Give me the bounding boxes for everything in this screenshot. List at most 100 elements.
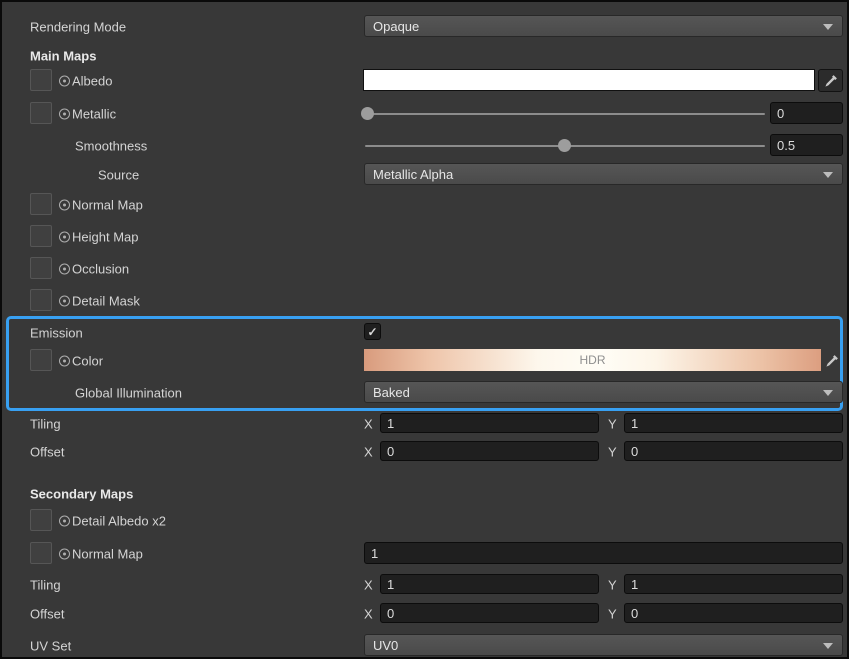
detail-albedo-texture-slot[interactable]: [30, 509, 52, 531]
rendering-mode-dropdown[interactable]: Opaque: [364, 15, 843, 37]
offset-label: Offset: [30, 445, 64, 460]
normal-map-texture-slot[interactable]: [30, 193, 52, 215]
object-picker-icon[interactable]: [59, 296, 70, 307]
secondary-tiling-y-field[interactable]: [624, 574, 843, 594]
object-picker-icon[interactable]: [59, 264, 70, 275]
detail-mask-label: Detail Mask: [72, 294, 140, 309]
object-picker-icon[interactable]: [59, 200, 70, 211]
hdr-badge: HDR: [580, 353, 606, 367]
smoothness-row: Smoothness: [2, 134, 847, 158]
albedo-color-swatch[interactable]: [363, 69, 815, 91]
metallic-texture-slot[interactable]: [30, 102, 52, 124]
source-label: Source: [98, 168, 139, 183]
secondary-maps-header: Secondary Maps: [30, 487, 133, 502]
tiling-y-field[interactable]: [624, 413, 843, 433]
detail-albedo-label: Detail Albedo x2: [72, 514, 166, 529]
x-label: X: [364, 607, 373, 622]
x-label: X: [364, 417, 373, 432]
object-picker-icon[interactable]: [59, 76, 70, 87]
secondary-normal-map-label: Normal Map: [72, 547, 143, 562]
rendering-mode-label: Rendering Mode: [30, 20, 126, 35]
secondary-offset-y-field[interactable]: [624, 603, 843, 623]
height-map-label: Height Map: [72, 230, 138, 245]
occlusion-texture-slot[interactable]: [30, 257, 52, 279]
main-maps-header: Main Maps: [30, 49, 96, 64]
object-picker-icon[interactable]: [59, 232, 70, 243]
detail-mask-texture-slot[interactable]: [30, 289, 52, 311]
eyedropper-icon: [824, 74, 838, 88]
secondary-tiling-x-field[interactable]: [380, 574, 599, 594]
tiling-x-field[interactable]: [380, 413, 599, 433]
uv-set-label: UV Set: [30, 639, 71, 654]
emission-row: Emission ✓: [2, 321, 847, 345]
height-map-texture-slot[interactable]: [30, 225, 52, 247]
rendering-mode-row: Rendering Mode Opaque: [2, 15, 847, 39]
x-label: X: [364, 445, 373, 460]
emission-label: Emission: [30, 326, 83, 341]
secondary-normal-map-row: Normal Map: [2, 542, 847, 566]
source-value: Metallic Alpha: [373, 167, 453, 182]
global-illumination-row: Global Illumination Baked: [2, 381, 847, 405]
uv-set-value: UV0: [373, 638, 398, 653]
global-illumination-value: Baked: [373, 385, 410, 400]
material-inspector-panel: Rendering Mode Opaque Main Maps Albedo M…: [0, 0, 849, 659]
secondary-normal-map-texture-slot[interactable]: [30, 542, 52, 564]
secondary-offset-x-field[interactable]: [380, 603, 599, 623]
offset-y-field[interactable]: [624, 441, 843, 461]
smoothness-source-row: Source Metallic Alpha: [2, 163, 847, 187]
chevron-down-icon: [823, 390, 833, 396]
x-label: X: [364, 578, 373, 593]
secondary-tiling-label: Tiling: [30, 578, 61, 593]
global-illumination-label: Global Illumination: [75, 386, 182, 401]
height-map-row: Height Map: [2, 225, 847, 249]
object-picker-icon[interactable]: [59, 549, 70, 560]
y-label: Y: [608, 445, 617, 460]
smoothness-slider-handle[interactable]: [558, 139, 571, 152]
metallic-label: Metallic: [72, 107, 116, 122]
main-maps-header-row: Main Maps: [2, 44, 847, 68]
checkmark-icon: ✓: [367, 325, 377, 339]
secondary-offset-label: Offset: [30, 607, 64, 622]
secondary-normal-map-scale-field[interactable]: [364, 542, 843, 564]
uv-set-dropdown[interactable]: UV0: [364, 634, 843, 656]
tiling-label: Tiling: [30, 417, 61, 432]
tiling-row: Tiling X Y: [2, 412, 847, 436]
eyedropper-icon: [825, 354, 839, 368]
albedo-texture-slot[interactable]: [30, 69, 52, 91]
rendering-mode-value: Opaque: [373, 19, 419, 34]
y-label: Y: [608, 578, 617, 593]
emission-texture-slot[interactable]: [30, 349, 52, 371]
smoothness-slider[interactable]: [365, 145, 765, 147]
secondary-tiling-row: Tiling X Y: [2, 573, 847, 597]
global-illumination-dropdown[interactable]: Baked: [364, 381, 843, 403]
metallic-slider[interactable]: [365, 113, 765, 115]
eyedropper-button[interactable]: [824, 353, 840, 369]
metallic-row: Metallic: [2, 102, 847, 126]
occlusion-row: Occlusion: [2, 257, 847, 281]
object-picker-icon[interactable]: [59, 109, 70, 120]
occlusion-label: Occlusion: [72, 262, 129, 277]
metallic-value-field[interactable]: [770, 102, 843, 124]
smoothness-label: Smoothness: [75, 139, 147, 154]
offset-row: Offset X Y: [2, 440, 847, 464]
emission-checkbox[interactable]: ✓: [364, 323, 381, 340]
normal-map-row: Normal Map: [2, 193, 847, 217]
y-label: Y: [608, 417, 617, 432]
normal-map-label: Normal Map: [72, 198, 143, 213]
source-dropdown[interactable]: Metallic Alpha: [364, 163, 843, 185]
eyedropper-button[interactable]: [818, 69, 843, 92]
detail-mask-row: Detail Mask: [2, 289, 847, 313]
y-label: Y: [608, 607, 617, 622]
offset-x-field[interactable]: [380, 441, 599, 461]
metallic-slider-handle[interactable]: [361, 107, 374, 120]
albedo-row: Albedo: [2, 69, 847, 93]
chevron-down-icon: [823, 643, 833, 649]
smoothness-value-field[interactable]: [770, 134, 843, 156]
object-picker-icon[interactable]: [59, 516, 70, 527]
object-picker-icon[interactable]: [59, 356, 70, 367]
albedo-label: Albedo: [72, 74, 112, 89]
secondary-offset-row: Offset X Y: [2, 602, 847, 626]
uv-set-row: UV Set UV0: [2, 634, 847, 658]
detail-albedo-row: Detail Albedo x2: [2, 509, 847, 533]
emission-hdr-color-swatch[interactable]: HDR: [364, 349, 821, 371]
